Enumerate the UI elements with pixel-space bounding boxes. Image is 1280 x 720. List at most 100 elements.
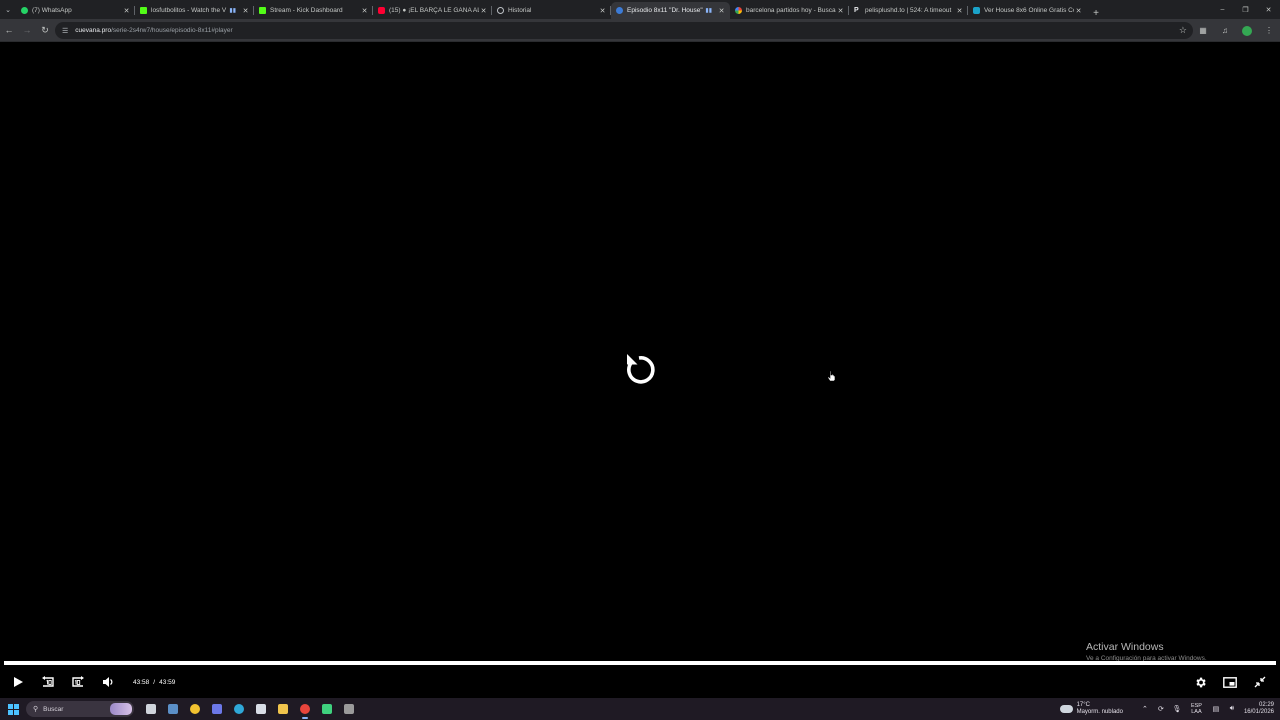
close-window-button[interactable]: ✕	[1257, 0, 1280, 19]
norton-icon	[190, 704, 200, 714]
back-icon[interactable]: ←	[0, 25, 18, 35]
speaker-icon[interactable]: 🔊︎	[1224, 705, 1240, 713]
tab-kick-dashboard[interactable]: Stream - Kick Dashboard ✕	[254, 2, 373, 19]
browser-toolbar: ← → ↻ ☰ cuevana.pro/serie-2s4rw7/house/e…	[0, 19, 1280, 42]
minimize-button[interactable]: –	[1211, 0, 1234, 19]
progress-bar[interactable]	[4, 661, 1276, 665]
clock[interactable]: 02:29 16/01/2026	[1244, 702, 1274, 716]
media-control-icon[interactable]: ♫	[1214, 26, 1236, 35]
tab-episodio-active[interactable]: Episodio 8x11 "Dr. House" ▮▮ ✕	[611, 2, 730, 19]
youtube-icon	[378, 7, 385, 14]
clock-time: 02:29	[1258, 702, 1274, 708]
rewind-10-button[interactable]	[33, 671, 63, 693]
picture-in-picture-button[interactable]	[1215, 671, 1245, 693]
norton-taskbar-button[interactable]	[184, 698, 206, 720]
tab-title: pelisplushd.to | 524: A timeout	[865, 7, 952, 14]
search-highlight-image	[110, 703, 132, 715]
video-player[interactable]: Activar Windows Ve a Configuración para …	[0, 42, 1280, 697]
app-green-taskbar-button[interactable]	[316, 698, 338, 720]
update-icon[interactable]: ⟳	[1153, 705, 1169, 713]
tab-title: (7) WhatsApp	[32, 7, 72, 14]
tab-youtube[interactable]: (15) ● ¡EL BARÇA LE GANA AL ✕	[373, 2, 492, 19]
chevron-down-icon[interactable]: ⌄	[0, 0, 16, 19]
discord-taskbar-button[interactable]	[206, 698, 228, 720]
tab-pelisplus[interactable]: P pelisplushd.to | 524: A timeout ✕	[849, 2, 968, 19]
audio-playing-icon[interactable]: ▮▮	[705, 7, 712, 14]
tab-losfutbolitos[interactable]: losfutbolitos - Watch the V ▮▮ ✕	[135, 2, 254, 19]
store-taskbar-button[interactable]	[250, 698, 272, 720]
url-host: cuevana.pro	[75, 27, 112, 34]
kick-icon	[140, 7, 147, 14]
player-controls-right	[1185, 670, 1275, 694]
app-obs-icon	[344, 704, 354, 714]
profile-avatar[interactable]	[1242, 25, 1252, 36]
cloud-icon	[1059, 705, 1073, 713]
tab-title: barcelona partidos hoy - Buscar	[746, 7, 836, 14]
restore-button[interactable]: ❐	[1234, 0, 1257, 19]
steam-taskbar-button[interactable]	[162, 698, 184, 720]
tab-ver-house[interactable]: Ver House 8x6 Online Gratis Co ✕	[968, 2, 1087, 19]
more-menu-icon[interactable]: ⋮	[1258, 26, 1280, 35]
windows-taskbar: ⚲ Buscar 17°C Mayorm. nublado ⌃ ⟳ 🎙︎ ESP…	[0, 698, 1280, 720]
rewind-10-icon	[42, 676, 54, 687]
start-button[interactable]	[0, 698, 26, 720]
forward-icon[interactable]: →	[18, 25, 36, 35]
close-icon[interactable]: ✕	[955, 7, 964, 15]
reload-icon[interactable]: ↻	[36, 25, 54, 36]
clock-date: 16/01/2026	[1243, 709, 1274, 715]
toolbar-actions: ▦ ♫ ⋮	[1192, 19, 1280, 42]
volume-button[interactable]	[93, 671, 123, 693]
close-icon[interactable]: ✕	[241, 7, 250, 15]
language-indicator[interactable]: ESP LAA	[1191, 703, 1202, 715]
verhouse-icon	[973, 7, 980, 14]
audio-playing-icon[interactable]: ▮▮	[229, 7, 236, 14]
history-icon	[497, 7, 504, 14]
network-icon[interactable]: ▤	[1208, 705, 1224, 713]
file-explorer-icon	[278, 704, 288, 714]
watermark-title: Activar Windows	[1086, 641, 1164, 653]
whatsapp-icon	[21, 7, 28, 14]
search-icon: ⚲	[33, 706, 39, 713]
new-tab-button[interactable]: +	[1087, 8, 1105, 19]
tab-title: Stream - Kick Dashboard	[270, 7, 343, 14]
close-icon[interactable]: ✕	[836, 7, 845, 15]
language-line2: LAA	[1191, 709, 1202, 715]
tab-google-search[interactable]: barcelona partidos hoy - Buscar ✕	[730, 2, 849, 19]
windows-logo-icon	[7, 703, 19, 715]
settings-button[interactable]	[1185, 671, 1215, 693]
play-button[interactable]	[3, 671, 33, 693]
task-view-taskbar-button[interactable]	[140, 698, 162, 720]
tab-historial[interactable]: Historial ✕	[492, 2, 611, 19]
tab-title: Historial	[508, 7, 532, 14]
settings-icon	[1195, 677, 1206, 687]
close-icon[interactable]: ✕	[598, 7, 607, 15]
tab-whatsapp[interactable]: (7) WhatsApp ✕	[16, 2, 135, 19]
edge-taskbar-button[interactable]	[228, 698, 250, 720]
taskbar-search[interactable]: ⚲ Buscar	[26, 701, 134, 717]
close-icon[interactable]: ✕	[479, 7, 488, 15]
chevron-up-icon[interactable]: ⌃	[1137, 705, 1153, 713]
tab-list: (7) WhatsApp ✕ losfutbolitos - Watch the…	[16, 0, 1105, 19]
forward-10-button[interactable]	[63, 671, 93, 693]
microphone-icon[interactable]: 🎙︎	[1169, 705, 1185, 713]
chrome-taskbar-button[interactable]	[294, 698, 316, 720]
replay-icon[interactable]	[620, 350, 658, 388]
file-explorer-taskbar-button[interactable]	[272, 698, 294, 720]
time-separator: /	[153, 678, 156, 686]
address-bar[interactable]: ☰ cuevana.pro/serie-2s4rw7/house/episodi…	[55, 22, 1193, 39]
kick-icon	[259, 7, 266, 14]
extensions-icon[interactable]: ▦	[1192, 26, 1214, 35]
weather-widget[interactable]: 17°C Mayorm. nublado	[1059, 702, 1123, 716]
time-display: 43:58/43:59	[133, 679, 175, 686]
app-obs-taskbar-button[interactable]	[338, 698, 360, 720]
close-icon[interactable]: ✕	[360, 7, 369, 15]
fullscreen-exit-button[interactable]	[1245, 671, 1275, 693]
system-tray: 17°C Mayorm. nublado ⌃ ⟳ 🎙︎ ESP LAA ▤ 🔊︎…	[1059, 698, 1280, 720]
close-icon[interactable]: ✕	[1074, 7, 1083, 15]
close-icon[interactable]: ✕	[717, 7, 726, 15]
browser-tab-strip: ⌄ (7) WhatsApp ✕ losfutbolitos - Watch t…	[0, 0, 1280, 19]
bookmark-star-icon[interactable]: ☆	[1179, 25, 1187, 36]
discord-icon	[212, 704, 222, 714]
close-icon[interactable]: ✕	[122, 7, 131, 15]
site-info-icon[interactable]: ☰	[62, 27, 68, 35]
